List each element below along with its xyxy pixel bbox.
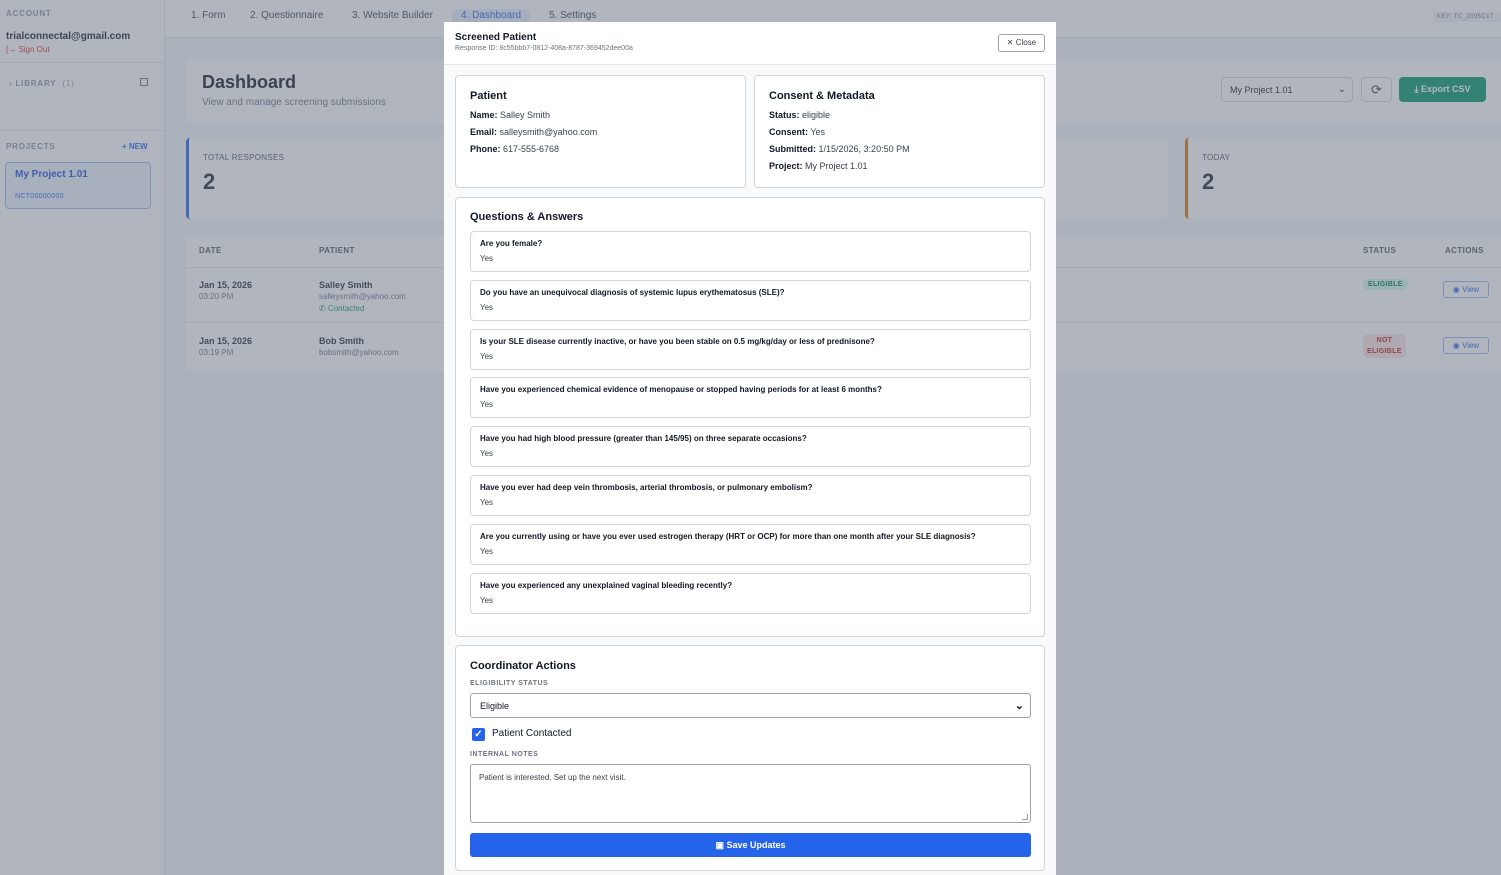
notes-label: INTERNAL NOTES (470, 751, 539, 758)
answer: Yes (480, 449, 494, 458)
project-row: Project: My Project 1.01 (769, 161, 868, 171)
patient-phone-row: Phone: 617-555-6768 (470, 144, 559, 154)
label: Phone: (470, 144, 501, 154)
close-label: Close (1015, 38, 1037, 47)
qa-item: Are you female? Yes (470, 231, 1031, 272)
qa-heading: Questions & Answers (470, 211, 584, 223)
close-button[interactable]: ✕ Close (998, 34, 1045, 52)
question: Are you currently using or have you ever… (480, 532, 976, 541)
coordinator-heading: Coordinator Actions (470, 660, 576, 672)
modal-header: Screened Patient Response ID: 8c55bbb7-0… (444, 22, 1056, 65)
status-value: eligible (802, 110, 831, 120)
answer: Yes (480, 547, 494, 556)
save-icon: ▣ (715, 840, 724, 850)
consent-row: Consent: Yes (769, 127, 825, 137)
question: Have you experienced any unexplained vag… (480, 581, 733, 590)
answer: Yes (480, 303, 494, 312)
patient-heading: Patient (470, 90, 507, 102)
status-row: Status: eligible (769, 110, 830, 120)
submitted-row: Submitted: 1/15/2026, 3:20:50 PM (769, 144, 910, 154)
close-icon: ✕ (1006, 38, 1014, 47)
qa-item: Do you have an unequivocal diagnosis of … (470, 280, 1031, 321)
patient-name-row: Name: Salley Smith (470, 110, 550, 120)
qa-item: Is your SLE disease currently inactive, … (470, 329, 1031, 370)
qa-item: Have you had high blood pressure (greate… (470, 426, 1031, 467)
qa-item: Have you ever had deep vein thrombosis, … (470, 475, 1031, 516)
question: Do you have an unequivocal diagnosis of … (480, 288, 785, 297)
save-label: Save Updates (726, 840, 786, 850)
save-updates-button[interactable]: ▣ Save Updates (470, 833, 1031, 857)
project-value: My Project 1.01 (805, 161, 868, 171)
consent-value: Yes (810, 127, 826, 137)
consent-heading: Consent & Metadata (769, 90, 875, 102)
qa-item: Have you experienced chemical evidence o… (470, 377, 1031, 418)
question: Have you ever had deep vein thrombosis, … (480, 483, 813, 492)
answer: Yes (480, 352, 494, 361)
chevron-down-icon: ⌄ (1014, 700, 1024, 712)
label: Submitted: (769, 144, 816, 154)
patient-contacted-checkbox[interactable]: ✓ (472, 728, 485, 741)
label: Name: (470, 110, 498, 120)
eligibility-label: ELIGIBILITY STATUS (470, 680, 549, 687)
patient-card: Patient Name: Salley Smith Email: salley… (455, 75, 746, 188)
question: Are you female? (480, 239, 543, 248)
label: Status: (769, 110, 800, 120)
patient-email: salleysmith@yahoo.com (499, 127, 598, 137)
patient-phone: 617-555-6768 (503, 144, 560, 154)
consent-card: Consent & Metadata Status: eligible Cons… (754, 75, 1045, 188)
answer: Yes (480, 596, 494, 605)
checkmark-icon: ✓ (474, 729, 483, 740)
patient-contacted-label[interactable]: Patient Contacted (492, 728, 572, 739)
qa-card: Questions & Answers Are you female? Yes D… (455, 197, 1045, 637)
question: Is your SLE disease currently inactive, … (480, 337, 875, 346)
resize-handle[interactable] (1022, 814, 1028, 820)
modal-title: Screened Patient (455, 32, 537, 43)
eligibility-select[interactable]: Eligible ⌄ (470, 693, 1031, 718)
screened-patient-modal: Screened Patient Response ID: 8c55bbb7-0… (444, 22, 1056, 875)
response-id: Response ID: 8c55bbb7-0812-408a-8787-369… (455, 45, 633, 52)
label: Project: (769, 161, 803, 171)
label: Email: (470, 127, 498, 137)
answer: Yes (480, 498, 494, 507)
patient-name: Salley Smith (500, 110, 551, 120)
eligibility-value: Eligible (480, 701, 510, 711)
answer: Yes (480, 254, 494, 263)
internal-notes-textarea[interactable]: Patient is interested. Set up the next v… (470, 764, 1031, 823)
answer: Yes (480, 400, 494, 409)
notes-text: Patient is interested. Set up the next v… (479, 773, 626, 782)
question: Have you had high blood pressure (greate… (480, 434, 807, 443)
label: Consent: (769, 127, 808, 137)
patient-email-row: Email: salleysmith@yahoo.com (470, 127, 597, 137)
question: Have you experienced chemical evidence o… (480, 385, 882, 394)
qa-item: Are you currently using or have you ever… (470, 524, 1031, 565)
submitted-value: 1/15/2026, 3:20:50 PM (818, 144, 910, 154)
qa-item: Have you experienced any unexplained vag… (470, 573, 1031, 614)
coordinator-card: Coordinator Actions ELIGIBILITY STATUS E… (455, 645, 1045, 871)
